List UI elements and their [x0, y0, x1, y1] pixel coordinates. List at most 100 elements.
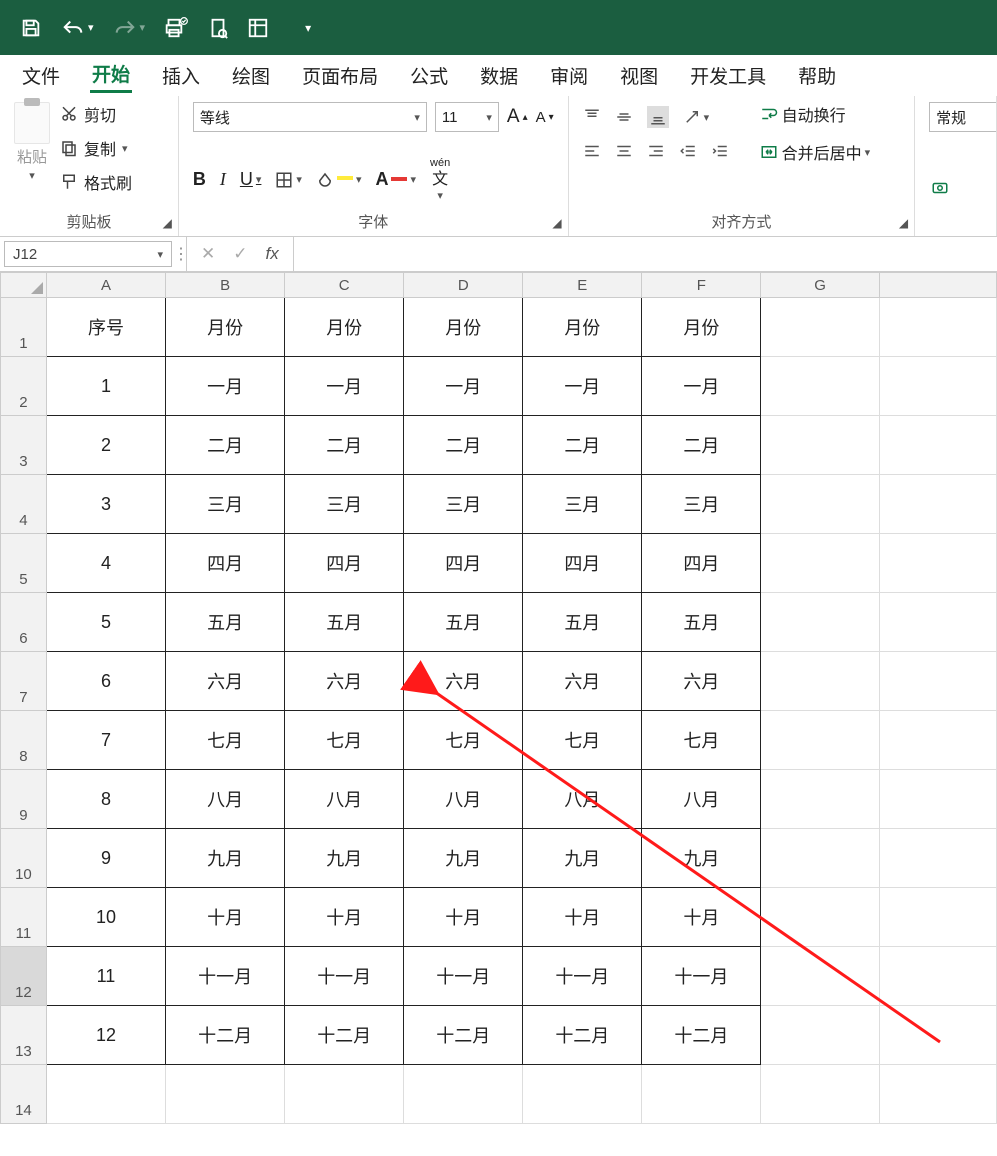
cell[interactable]: 序号	[46, 298, 165, 357]
cell[interactable]	[46, 1065, 165, 1124]
cell[interactable]: 一月	[285, 357, 404, 416]
tab-layout[interactable]: 页面布局	[300, 59, 380, 92]
print-preview-icon[interactable]	[207, 17, 229, 39]
cell[interactable]: 八月	[523, 770, 642, 829]
cell[interactable]: 12	[46, 1006, 165, 1065]
cell[interactable]	[523, 1065, 642, 1124]
cell[interactable]: 7	[46, 711, 165, 770]
cell[interactable]: 八月	[285, 770, 404, 829]
cell[interactable]	[761, 534, 879, 593]
cell[interactable]	[761, 593, 879, 652]
cell[interactable]	[879, 888, 996, 947]
cell[interactable]	[879, 593, 996, 652]
cell[interactable]: 9	[46, 829, 165, 888]
cell[interactable]: 三月	[404, 475, 523, 534]
cell[interactable]: 二月	[404, 416, 523, 475]
align-top-icon[interactable]	[583, 108, 601, 126]
row-header[interactable]: 10	[1, 829, 47, 888]
column-header[interactable]	[879, 273, 996, 298]
paste-button[interactable]: 粘贴 ▾	[14, 102, 50, 194]
cell[interactable]: 10	[46, 888, 165, 947]
orientation-icon[interactable]: ▾	[683, 108, 710, 126]
cell[interactable]: 五月	[523, 593, 642, 652]
cell[interactable]: 十二月	[166, 1006, 285, 1065]
font-color-button[interactable]: A ▾	[375, 169, 416, 190]
cell[interactable]: 九月	[642, 829, 761, 888]
cell[interactable]	[642, 1065, 761, 1124]
cell[interactable]	[879, 475, 996, 534]
tab-view[interactable]: 视图	[618, 59, 660, 92]
cell[interactable]: 十一月	[166, 947, 285, 1006]
cell[interactable]: 6	[46, 652, 165, 711]
customize-qat-icon[interactable]: ▾	[305, 21, 311, 35]
cell[interactable]: 1	[46, 357, 165, 416]
cell[interactable]	[761, 298, 879, 357]
cell[interactable]: 一月	[642, 357, 761, 416]
cell[interactable]: 九月	[285, 829, 404, 888]
cell[interactable]: 六月	[523, 652, 642, 711]
cell[interactable]: 五月	[642, 593, 761, 652]
cell[interactable]: 八月	[404, 770, 523, 829]
cell[interactable]	[879, 652, 996, 711]
decrease-indent-icon[interactable]	[679, 142, 697, 160]
italic-button[interactable]: I	[220, 169, 226, 190]
align-bottom-icon[interactable]	[647, 106, 669, 128]
borders-button[interactable]: ▾	[275, 171, 302, 189]
row-header[interactable]: 11	[1, 888, 47, 947]
cell[interactable]: 十一月	[404, 947, 523, 1006]
cell[interactable]: 七月	[523, 711, 642, 770]
cell[interactable]: 十二月	[285, 1006, 404, 1065]
cell[interactable]	[879, 357, 996, 416]
cell[interactable]: 一月	[166, 357, 285, 416]
cell[interactable]	[761, 1065, 879, 1124]
tab-data[interactable]: 数据	[478, 59, 520, 92]
cell[interactable]: 二月	[523, 416, 642, 475]
column-header[interactable]: G	[761, 273, 879, 298]
cell[interactable]: 五月	[404, 593, 523, 652]
row-header[interactable]: 5	[1, 534, 47, 593]
tab-review[interactable]: 审阅	[548, 59, 590, 92]
cell[interactable]: 十月	[285, 888, 404, 947]
cell[interactable]	[761, 888, 879, 947]
row-header[interactable]: 3	[1, 416, 47, 475]
chevron-down-icon[interactable]: ▾	[414, 111, 420, 124]
enter-icon[interactable]: ✓	[233, 244, 247, 264]
row-header[interactable]: 12	[1, 947, 47, 1006]
cancel-icon[interactable]: ✕	[201, 244, 215, 264]
column-header[interactable]: F	[642, 273, 761, 298]
cell[interactable]	[879, 711, 996, 770]
row-header[interactable]: 13	[1, 1006, 47, 1065]
cell[interactable]: 十一月	[285, 947, 404, 1006]
dialog-launcher-icon[interactable]: ◢	[552, 216, 561, 230]
align-left-icon[interactable]	[583, 142, 601, 160]
column-header[interactable]: D	[404, 273, 523, 298]
cell[interactable]: 月份	[642, 298, 761, 357]
cell[interactable]: 三月	[166, 475, 285, 534]
cell[interactable]	[761, 829, 879, 888]
tab-formula[interactable]: 公式	[408, 59, 450, 92]
cell[interactable]: 11	[46, 947, 165, 1006]
chevron-down-icon[interactable]: ▾	[29, 169, 35, 182]
tab-draw[interactable]: 绘图	[230, 59, 272, 92]
cell[interactable]: 一月	[404, 357, 523, 416]
cell[interactable]	[879, 947, 996, 1006]
cell[interactable]: 四月	[642, 534, 761, 593]
cell[interactable]: 三月	[642, 475, 761, 534]
cell[interactable]: 五月	[166, 593, 285, 652]
cell[interactable]	[879, 1006, 996, 1065]
formula-input[interactable]	[293, 237, 997, 271]
fx-icon[interactable]: fx	[266, 244, 279, 264]
cell[interactable]: 七月	[166, 711, 285, 770]
column-header[interactable]: A	[46, 273, 165, 298]
select-all-corner[interactable]	[1, 273, 47, 298]
tab-home[interactable]: 开始	[90, 57, 132, 93]
row-header[interactable]: 4	[1, 475, 47, 534]
row-header[interactable]: 14	[1, 1065, 47, 1124]
cell[interactable]: 八月	[166, 770, 285, 829]
cell[interactable]: 十月	[523, 888, 642, 947]
cell[interactable]: 四月	[285, 534, 404, 593]
cell[interactable]: 3	[46, 475, 165, 534]
row-header[interactable]: 9	[1, 770, 47, 829]
cell[interactable]: 月份	[285, 298, 404, 357]
cell[interactable]: 九月	[523, 829, 642, 888]
